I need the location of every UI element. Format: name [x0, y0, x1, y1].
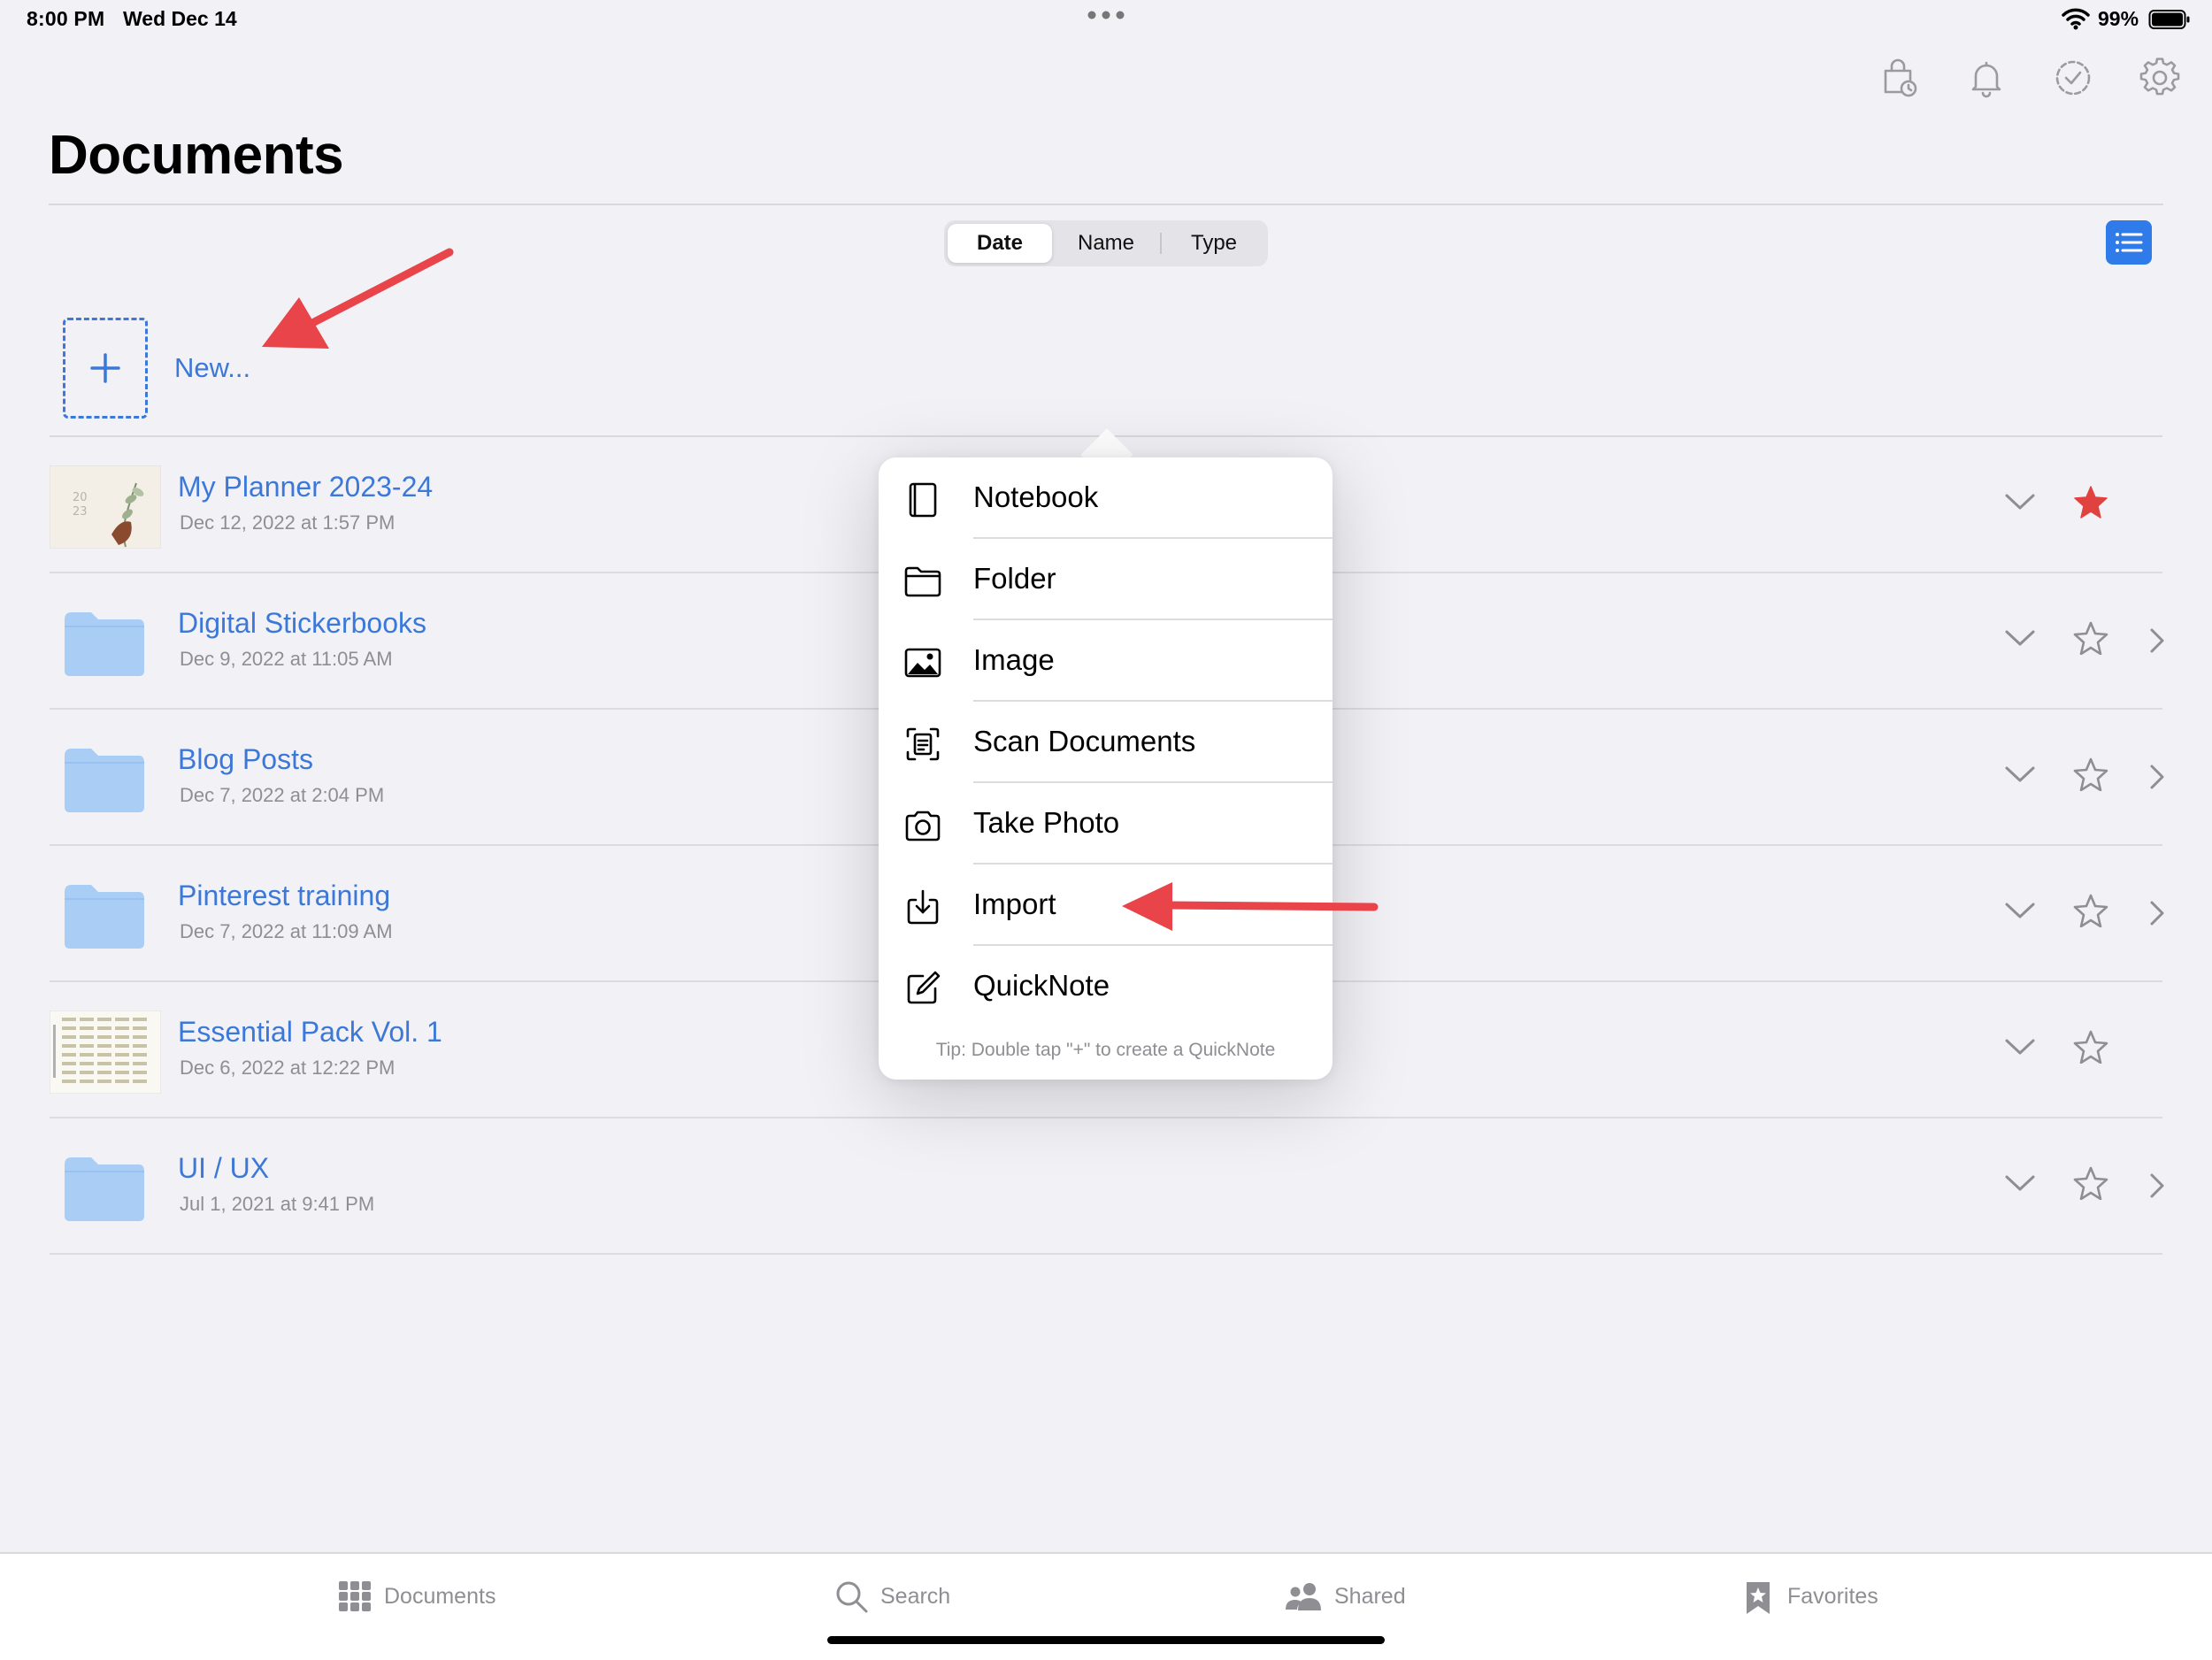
annotation-arrow-import — [1122, 882, 1379, 931]
bookmark-star-icon — [1745, 1580, 1771, 1616]
tab-label: Search — [880, 1584, 951, 1609]
tab-shared[interactable]: Shared — [1285, 1554, 1453, 1642]
tab-label: Favorites — [1787, 1584, 1878, 1609]
annotation-arrows — [262, 248, 1379, 931]
tab-documents[interactable]: Documents — [336, 1554, 513, 1642]
tab-search[interactable]: Search — [835, 1554, 977, 1642]
home-indicator — [827, 1636, 1385, 1644]
tab-favorites[interactable]: Favorites — [1745, 1554, 1904, 1642]
people-icon — [1285, 1580, 1324, 1612]
tab-label: Documents — [384, 1584, 496, 1609]
grid-icon — [338, 1580, 372, 1612]
tab-label: Shared — [1334, 1584, 1406, 1609]
search-icon — [835, 1580, 869, 1614]
annotation-arrow-new — [262, 248, 454, 349]
